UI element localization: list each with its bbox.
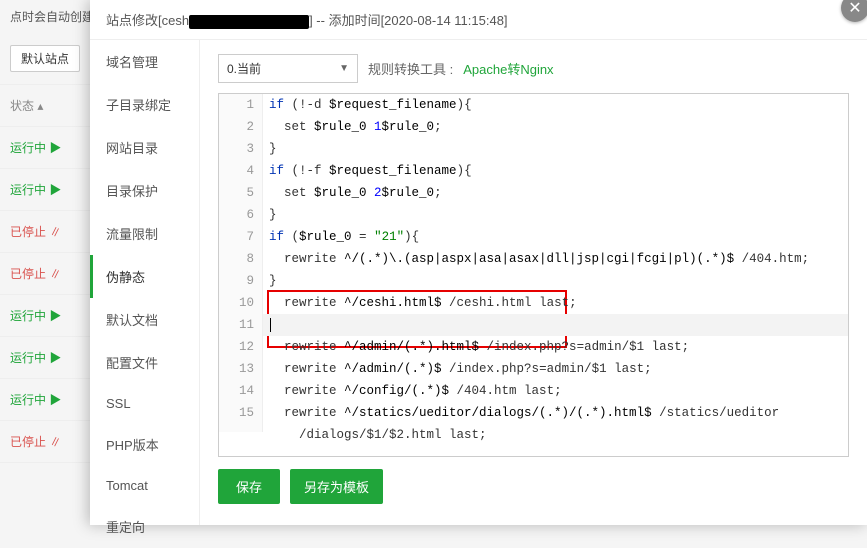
status-column-header: 状态 ▴ (10, 97, 43, 114)
code-content[interactable]: } (263, 270, 848, 292)
converter-label: 规则转换工具 : (368, 59, 453, 78)
code-line: 9} (219, 270, 848, 292)
site-edit-modal: ✕ 站点修改[cesh] -- 添加时间[2020-08-14 11:15:48… (90, 0, 867, 525)
code-line: 13 rewrite ^/admin/(.*)$ /index.php?s=ad… (219, 358, 848, 380)
tab-9[interactable]: PHP版本 (90, 423, 199, 466)
status-cell[interactable]: 运行中 ▶ (10, 139, 61, 156)
text-cursor (270, 318, 271, 332)
code-content[interactable]: } (263, 204, 848, 226)
code-line: 2 set $rule_0 1$rule_0; (219, 116, 848, 138)
modal-title: 站点修改[cesh] -- 添加时间[2020-08-14 11:15:48] (90, 0, 867, 40)
code-content[interactable]: if (!-f $request_filename){ (263, 160, 848, 182)
code-content[interactable]: rewrite ^/statics/ueditor/dialogs/(.*)/(… (263, 402, 848, 424)
code-content[interactable]: rewrite ^/config/(.*)$ /404.htm last; (263, 380, 848, 402)
line-number: 15 (219, 402, 263, 424)
status-cell[interactable]: 运行中 ▶ (10, 307, 61, 324)
code-content[interactable]: rewrite ^/ceshi.html$ /ceshi.html last; (263, 292, 848, 314)
line-number: 11 (219, 314, 263, 336)
tab-8[interactable]: SSL (90, 384, 199, 423)
code-content[interactable]: if (!-d $request_filename){ (263, 94, 848, 116)
tab-4[interactable]: 流量限制 (90, 212, 199, 255)
save-as-template-button[interactable]: 另存为模板 (290, 469, 383, 504)
code-line: 7if ($rule_0 = "21"){ (219, 226, 848, 248)
line-number: 5 (219, 182, 263, 204)
code-line: 4if (!-f $request_filename){ (219, 160, 848, 182)
code-content[interactable]: set $rule_0 2$rule_0; (263, 182, 848, 204)
code-editor[interactable]: 1if (!-d $request_filename){2 set $rule_… (218, 93, 849, 457)
code-line: 15 rewrite ^/statics/ueditor/dialogs/(.*… (219, 402, 848, 424)
status-cell[interactable]: 已停止 ∥ (10, 433, 61, 450)
code-line: 5 set $rule_0 2$rule_0; (219, 182, 848, 204)
code-line: 1if (!-d $request_filename){ (219, 94, 848, 116)
line-number (219, 424, 263, 432)
redacted-domain (189, 15, 309, 29)
line-number: 10 (219, 292, 263, 314)
code-line: 8 rewrite ^/(.*)\.(asp|aspx|asa|asax|dll… (219, 248, 848, 270)
status-cell[interactable]: 运行中 ▶ (10, 181, 61, 198)
line-number: 2 (219, 116, 263, 138)
line-number: 13 (219, 358, 263, 380)
tab-11[interactable]: 重定向 (90, 505, 199, 548)
line-number: 7 (219, 226, 263, 248)
status-cell[interactable]: 已停止 ∥ (10, 265, 61, 282)
code-content[interactable]: set $rule_0 1$rule_0; (263, 116, 848, 138)
code-content[interactable]: } (263, 138, 848, 160)
code-content[interactable]: rewrite ^/admin/(.*).html$ /index.php?s=… (263, 336, 848, 358)
line-number: 3 (219, 138, 263, 160)
code-line: 3} (219, 138, 848, 160)
tab-1[interactable]: 子目录绑定 (90, 83, 199, 126)
code-content[interactable]: rewrite ^/admin/(.*)$ /index.php?s=admin… (263, 358, 848, 380)
status-cell[interactable]: 已停止 ∥ (10, 223, 61, 240)
line-number: 12 (219, 336, 263, 358)
code-content[interactable]: /dialogs/$1/$2.html last; (263, 424, 848, 446)
line-number: 14 (219, 380, 263, 402)
line-number: 8 (219, 248, 263, 270)
converter-link[interactable]: Apache转Nginx (463, 59, 553, 78)
line-number: 1 (219, 94, 263, 116)
code-line: 14 rewrite ^/config/(.*)$ /404.htm last; (219, 380, 848, 402)
code-line: /dialogs/$1/$2.html last; (219, 424, 848, 446)
tab-10[interactable]: Tomcat (90, 466, 199, 505)
code-line: 6} (219, 204, 848, 226)
toolbar: 0.当前 ▼ 规则转换工具 : Apache转Nginx (218, 54, 849, 83)
code-content[interactable]: rewrite ^/(.*)\.(asp|aspx|asa|asax|dll|j… (263, 248, 848, 270)
code-line: 11 (219, 314, 848, 336)
code-content[interactable]: if ($rule_0 = "21"){ (263, 226, 848, 248)
save-button[interactable]: 保存 (218, 469, 280, 504)
status-cell[interactable]: 运行中 ▶ (10, 349, 61, 366)
status-cell[interactable]: 运行中 ▶ (10, 391, 61, 408)
tab-7[interactable]: 配置文件 (90, 341, 199, 384)
code-content[interactable] (263, 314, 848, 336)
tab-5[interactable]: 伪静态 (90, 255, 199, 298)
tab-0[interactable]: 域名管理 (90, 40, 199, 83)
line-number: 9 (219, 270, 263, 292)
code-line: 10 rewrite ^/ceshi.html$ /ceshi.html las… (219, 292, 848, 314)
line-number: 4 (219, 160, 263, 182)
side-tabs: 域名管理子目录绑定网站目录目录保护流量限制伪静态默认文档配置文件SSLPHP版本… (90, 40, 200, 525)
main-area: 0.当前 ▼ 规则转换工具 : Apache转Nginx 1if (!-d $r… (200, 40, 867, 525)
rewrite-select[interactable]: 0.当前 ▼ (218, 54, 358, 83)
line-number: 6 (219, 204, 263, 226)
code-line: 12 rewrite ^/admin/(.*).html$ /index.php… (219, 336, 848, 358)
tab-6[interactable]: 默认文档 (90, 298, 199, 341)
tab-2[interactable]: 网站目录 (90, 126, 199, 169)
tab-3[interactable]: 目录保护 (90, 169, 199, 212)
chevron-down-icon: ▼ (339, 63, 349, 74)
default-site-button[interactable]: 默认站点 (10, 45, 80, 72)
